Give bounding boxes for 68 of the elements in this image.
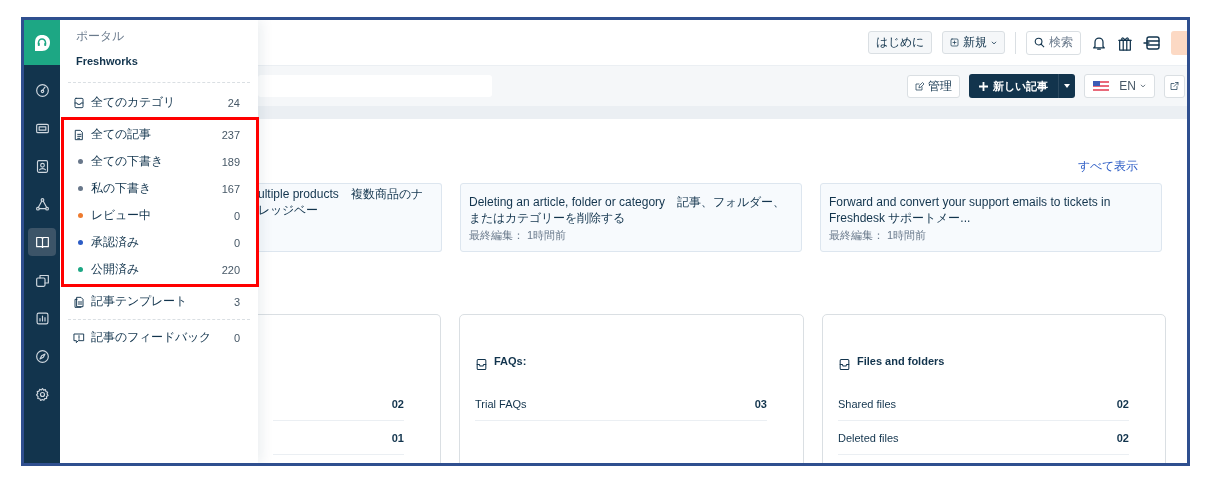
document-icon [73, 128, 85, 141]
chevron-down-icon [1140, 83, 1146, 89]
section-title: Files and folders [857, 355, 945, 369]
search-field[interactable]: 検索 [1026, 30, 1081, 55]
feedback-icon [73, 331, 85, 344]
chevron-down-icon [991, 39, 997, 46]
folder-row[interactable]: 01 [273, 421, 404, 455]
gauge-icon [34, 82, 50, 98]
gear-icon [34, 386, 50, 402]
panel-item[interactable]: 全てのカテゴリ 24 [60, 89, 258, 116]
folder-name: Shared files [838, 397, 897, 410]
last-edited-text: 最終編集： 1時間前 [469, 228, 568, 243]
folder-row[interactable]: Deleted files 02 [838, 421, 1129, 455]
last-edited-text: 最終編集： 1時間前 [829, 228, 928, 243]
plus-icon [978, 81, 988, 91]
section-title: FAQs: [494, 355, 527, 369]
plus-square-icon [950, 38, 959, 47]
article-count: 02 [1116, 431, 1129, 444]
folder-name: Deleted files [838, 431, 899, 444]
article-count: 01 [391, 431, 404, 444]
folder-row[interactable]: Shared files 02 [838, 387, 1129, 421]
article-title: Deleting an article, folder or category 記事、フォルダー、またはカテゴリーを削除する [469, 194, 787, 226]
portal-name: Freshworks [75, 54, 139, 67]
flag-icon [1092, 81, 1109, 91]
panel-item[interactable]: 記事のフィードバック 0 [60, 324, 258, 351]
folder-row[interactable]: Trial FAQs 03 [475, 387, 767, 421]
book-icon [34, 234, 50, 250]
drawer-icon [73, 96, 85, 109]
article-count: 02 [1116, 397, 1129, 410]
view-all-link[interactable]: すべて表示 [1078, 159, 1138, 174]
article-card[interactable]: Deleting an article, folder or category 記事、フォルダー、またはカテゴリーを削除する 最終編集： 1時間前 [460, 183, 802, 252]
compass-icon [34, 348, 50, 364]
manage-button[interactable]: 管理 [906, 74, 960, 98]
folder-row[interactable]: 02 [273, 387, 404, 421]
chart-icon [34, 310, 50, 326]
drawer-icon [475, 358, 488, 371]
panel-item[interactable]: 全ての記事 237 [64, 121, 256, 148]
contact-card-icon [34, 158, 50, 174]
new-button[interactable]: 新規 [942, 31, 1005, 54]
panel-item[interactable]: 承認済み 0 [64, 229, 256, 256]
language-button[interactable]: EN [1083, 74, 1155, 98]
article-card[interactable]: Forward and convert your support emails to tickets in Freshdesk サポートメー... 最終編集： 1時間前 [820, 183, 1162, 252]
copy-icon [34, 272, 50, 288]
article-count: 02 [391, 397, 404, 410]
article-card[interactable]: ultiple products 複数商品のナレッジベー [258, 183, 442, 252]
drawer-icon [838, 358, 851, 371]
article-title: ultiple products 複数商品のナレッジベー [258, 186, 424, 218]
app-logo[interactable] [24, 20, 60, 65]
nav-button[interactable] [28, 228, 56, 256]
panel-item[interactable]: 公開済み 220 [64, 256, 256, 283]
getting-started-button[interactable]: はじめに [868, 31, 932, 54]
new-article-button[interactable]: 新しい記事 [968, 74, 1075, 98]
panel-item[interactable]: 記事テンプレート 3 [60, 288, 258, 315]
documents-icon [73, 295, 85, 308]
edit-icon [914, 81, 924, 91]
article-count: 03 [754, 397, 767, 410]
external-link-icon [1170, 81, 1179, 91]
portal-caption: ポータル [75, 28, 125, 45]
article-title: Forward and convert your support emails to tickets in Freshdesk サポートメー... [829, 194, 1112, 226]
external-link-button[interactable] [1164, 74, 1185, 98]
nodes-icon [34, 196, 50, 212]
panel-item[interactable]: 私の下書き 167 [64, 175, 256, 202]
folder-name: Trial FAQs [475, 397, 527, 410]
caret-icon [1063, 84, 1070, 88]
panel-item[interactable]: 全ての下書き 189 [64, 148, 256, 175]
panel-item[interactable]: レビュー中 0 [64, 202, 256, 229]
search-icon [1034, 37, 1045, 48]
search-field[interactable] [258, 75, 492, 97]
